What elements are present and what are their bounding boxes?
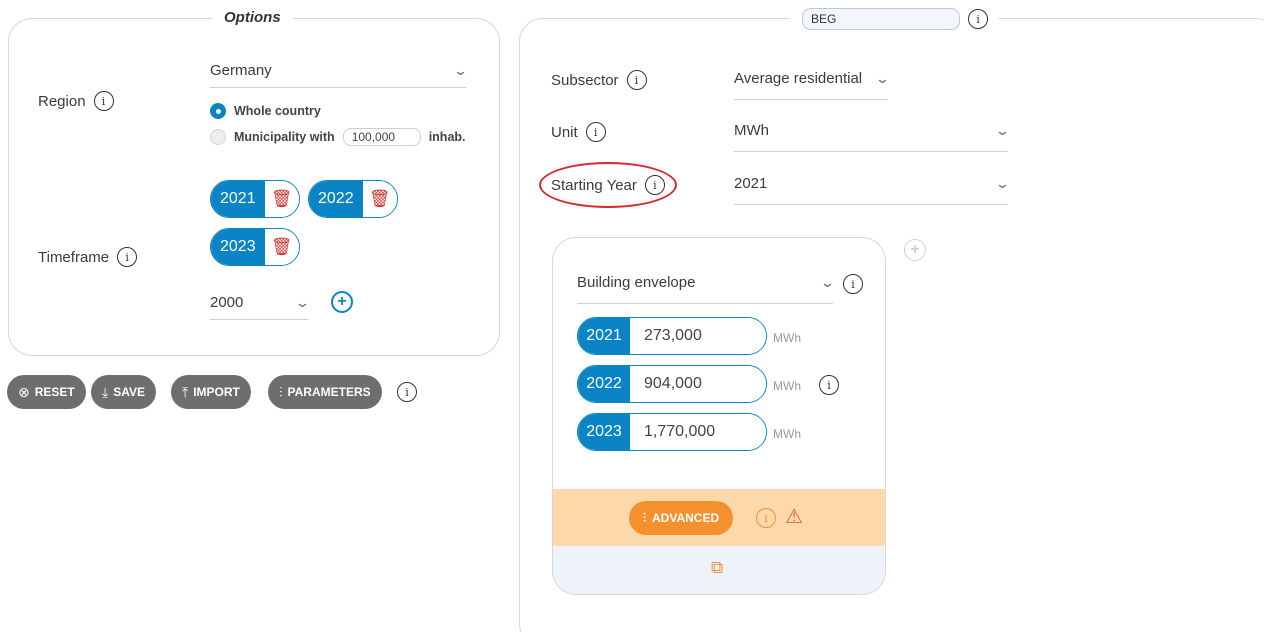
subsector-label-text: Subsector (551, 71, 619, 89)
info-icon[interactable]: i (397, 382, 417, 402)
save-button-label: SAVE (113, 385, 145, 399)
info-icon[interactable]: i (843, 274, 863, 294)
subsector-select-value: Average residential (734, 70, 863, 87)
region-label-text: Region (38, 92, 86, 110)
plus-circle-icon[interactable]: + (331, 291, 353, 313)
radio-button-selected[interactable] (210, 103, 226, 119)
trash-icon[interactable]: 🗑 (362, 181, 397, 217)
copy-section: ⧉ (553, 546, 885, 594)
copy-icon[interactable]: ⧉ (711, 558, 723, 578)
unit-label: Unit i (551, 122, 606, 142)
radio-button[interactable] (210, 129, 226, 145)
import-button-label: IMPORT (193, 385, 240, 399)
starting-year-label: Starting Year i (551, 175, 665, 195)
sliders-icon: ⫶ (279, 383, 283, 400)
info-icon[interactable]: i (644, 175, 665, 195)
value-input[interactable]: 904,000 (630, 366, 766, 402)
import-button[interactable]: ⤒ IMPORT (171, 375, 251, 409)
value-row-year: 2022 (578, 366, 630, 402)
info-icon[interactable]: i (93, 91, 114, 111)
chevron-down-icon: ⌄ (994, 175, 1011, 191)
sliders-icon: ⫶ (643, 510, 647, 525)
add-year-select-value: 2000 (210, 294, 244, 311)
tag-name-input[interactable]: BEG (802, 8, 960, 30)
subsector-select[interactable]: Average residential ⌄ (734, 70, 891, 100)
value-row-2023[interactable]: 2023 1,770,000 (577, 413, 767, 451)
timeframe-label: Timeframe i (38, 247, 138, 267)
warning-icon[interactable]: ⚠ (785, 504, 803, 529)
year-pill-2023[interactable]: 2023 🗑 (210, 228, 300, 266)
info-icon[interactable]: i (585, 122, 606, 142)
download-icon: ⤓ (102, 383, 109, 400)
category-select[interactable]: Building envelope ⌄ (577, 274, 836, 304)
category-select-value: Building envelope (577, 274, 696, 291)
year-pill-label: 2022 (309, 181, 363, 217)
value-input[interactable]: 273,000 (630, 318, 766, 354)
unit-text: MWh (773, 379, 801, 393)
options-title: Options (212, 9, 293, 26)
radio-whole-country[interactable]: Whole country (210, 103, 321, 119)
year-pill-2022[interactable]: 2022 🗑 (308, 180, 398, 218)
advanced-button[interactable]: ⫶ ADVANCED (629, 501, 734, 535)
value-row-year: 2021 (578, 318, 630, 354)
measure-card: Building envelope ⌄ i 2021 273,000 MWh 2… (552, 237, 886, 595)
trash-icon[interactable]: 🗑 (264, 181, 299, 217)
trash-icon[interactable]: 🗑 (264, 229, 299, 265)
add-year-select[interactable]: 2000 ⌄ (210, 294, 311, 320)
radio-municipality[interactable]: Municipality with 100,000 inhab. (210, 128, 466, 146)
info-icon[interactable]: i (626, 70, 647, 90)
radio-whole-country-label: Whole country (234, 104, 321, 118)
info-icon[interactable]: i (756, 508, 776, 528)
chevron-down-icon: ⌄ (819, 274, 836, 290)
chevron-down-icon: ⌄ (452, 62, 469, 78)
timeframe-label-text: Timeframe (38, 248, 110, 266)
plus-circle-icon[interactable]: + (904, 239, 926, 261)
unit-select-value: MWh (734, 122, 769, 139)
save-button[interactable]: ⤓ SAVE (91, 375, 156, 409)
upload-icon: ⤒ (182, 383, 189, 400)
unit-label-text: Unit (551, 123, 578, 141)
subsector-label: Subsector i (551, 70, 647, 90)
starting-year-label-text: Starting Year (551, 176, 637, 194)
year-pill-label: 2021 (211, 181, 265, 217)
region-label: Region i (38, 91, 114, 111)
unit-text: MWh (773, 427, 801, 441)
chevron-down-icon: ⌄ (874, 70, 891, 86)
starting-year-select-value: 2021 (734, 175, 768, 192)
radio-municipality-suffix: inhab. (428, 130, 466, 144)
year-pill-2021[interactable]: 2021 🗑 (210, 180, 300, 218)
municipality-size-input[interactable]: 100,000 (342, 128, 421, 146)
advanced-section: ⫶ ADVANCED i ⚠ (553, 489, 885, 547)
unit-text: MWh (773, 331, 801, 345)
advanced-button-label: ADVANCED (652, 511, 720, 525)
parameters-button[interactable]: ⫶ PARAMETERS (268, 375, 382, 409)
region-select-value: Germany (210, 62, 272, 79)
radio-municipality-prefix: Municipality with (234, 130, 335, 144)
value-row-2021[interactable]: 2021 273,000 (577, 317, 767, 355)
chevron-down-icon: ⌄ (294, 294, 311, 310)
starting-year-select[interactable]: 2021 ⌄ (734, 175, 1011, 205)
info-icon[interactable]: i (819, 375, 839, 395)
reset-button-label: RESET (34, 385, 75, 399)
unit-select[interactable]: MWh ⌄ (734, 122, 1011, 152)
parameters-button-label: PARAMETERS (287, 385, 371, 399)
value-input[interactable]: 1,770,000 (630, 414, 766, 450)
chevron-down-icon: ⌄ (994, 122, 1011, 138)
value-row-2022[interactable]: 2022 904,000 (577, 365, 767, 403)
info-icon[interactable]: i (968, 9, 988, 29)
value-row-year: 2023 (578, 414, 630, 450)
reset-button[interactable]: ⊗ RESET (7, 375, 86, 409)
region-select[interactable]: Germany ⌄ (210, 62, 469, 88)
info-icon[interactable]: i (117, 247, 138, 267)
year-pill-label: 2023 (211, 229, 265, 265)
reset-icon: ⊗ (18, 383, 30, 400)
